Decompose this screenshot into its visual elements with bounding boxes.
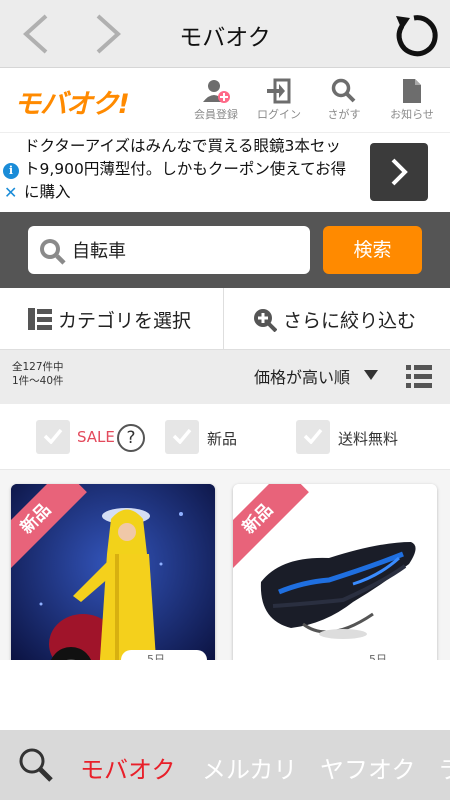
caret-down-icon[interactable] [364, 370, 378, 380]
ad-close-icon[interactable]: ✕ [4, 183, 17, 202]
register-button[interactable]: 会員登録 [188, 76, 244, 128]
search-icon [40, 239, 66, 265]
browser-nav-bar: モバオク [0, 0, 450, 68]
login-label: ログイン [257, 108, 301, 121]
category-list-icon [28, 308, 52, 330]
search-icon [331, 78, 356, 103]
item-time-left: 5日 [121, 650, 207, 660]
check-icon [172, 428, 192, 444]
chevron-right-icon [391, 158, 408, 186]
tab-mercari[interactable]: メルカリ [202, 750, 297, 785]
result-total: 全127件中 [12, 361, 64, 373]
find-label: さがす [327, 108, 361, 121]
new-checkbox[interactable] [165, 420, 199, 454]
bottom-tab-bar: モバオク メルカリ ヤフオク ラ [0, 730, 450, 800]
site-header: モバオク! 会員登録 ログイン さがす お知らせ [0, 68, 450, 132]
search-icon[interactable] [18, 747, 54, 783]
sale-label[interactable]: SALE [77, 428, 115, 446]
sort-dropdown[interactable]: 価格が高い順 [254, 364, 350, 388]
category-select-label: カテゴリを選択 [58, 310, 192, 332]
search-button[interactable]: 検索 [323, 226, 422, 274]
ad-banner[interactable]: i ✕ ドクターアイズはみんなで買える眼鏡3本セット9,900円薄型付。しかもク… [0, 132, 450, 208]
notice-label: お知らせ [390, 108, 434, 121]
page-title: モバオク [179, 25, 271, 51]
blank-area [0, 660, 450, 730]
search-input[interactable] [72, 226, 302, 274]
login-icon [267, 78, 291, 104]
sort-row: 全127件中 1件〜40件 価格が高い順 [0, 350, 450, 404]
sale-checkbox[interactable] [36, 420, 70, 454]
document-icon [403, 79, 421, 103]
zoom-in-icon [254, 309, 277, 332]
find-button[interactable]: さがす [316, 76, 372, 128]
help-icon[interactable]: ? [117, 424, 145, 452]
free-shipping-label[interactable]: 送料無料 [338, 428, 398, 449]
item-time-left: 5日 [343, 650, 429, 660]
check-icon [43, 428, 63, 444]
check-icon [303, 428, 323, 444]
product-card[interactable]: 新品 5日 [233, 484, 437, 660]
notice-button[interactable]: お知らせ [384, 76, 440, 128]
narrow-search-button[interactable]: さらに絞り込む [225, 288, 450, 350]
filter-row: カテゴリを選択 さらに絞り込む [0, 288, 450, 350]
search-bar: 検索 [0, 212, 450, 288]
tab-mobaoku[interactable]: モバオク [80, 750, 176, 785]
ad-text[interactable]: ドクターアイズはみんなで買える眼鏡3本セット9,900円薄型付。しかもクーポン使… [24, 135, 356, 204]
site-logo[interactable]: モバオク! [14, 82, 130, 121]
search-field-wrapper [28, 226, 310, 274]
narrow-search-label: さらに絞り込む [283, 310, 417, 332]
list-view-icon[interactable] [406, 364, 432, 390]
product-grid: 新品 5日 新品 5日 [0, 470, 450, 660]
free-shipping-checkbox[interactable] [296, 420, 330, 454]
user-add-icon [203, 80, 230, 103]
ad-info-icon[interactable]: i [3, 163, 19, 179]
product-card[interactable]: 新品 5日 [11, 484, 215, 660]
filter-chip-row: SALE ? 新品 送料無料 [0, 404, 450, 470]
result-range: 1件〜40件 [12, 375, 64, 387]
tab-yahuoku[interactable]: ヤフオク [320, 750, 416, 785]
category-select-button[interactable]: カテゴリを選択 [0, 288, 224, 350]
login-button[interactable]: ログイン [251, 76, 307, 128]
result-count: 全127件中 1件〜40件 [12, 360, 64, 388]
register-label: 会員登録 [194, 108, 238, 121]
new-label[interactable]: 新品 [207, 428, 237, 449]
tab-next[interactable]: ラ [438, 750, 450, 785]
reload-icon[interactable] [388, 10, 440, 62]
ad-arrow-button[interactable] [370, 143, 428, 201]
